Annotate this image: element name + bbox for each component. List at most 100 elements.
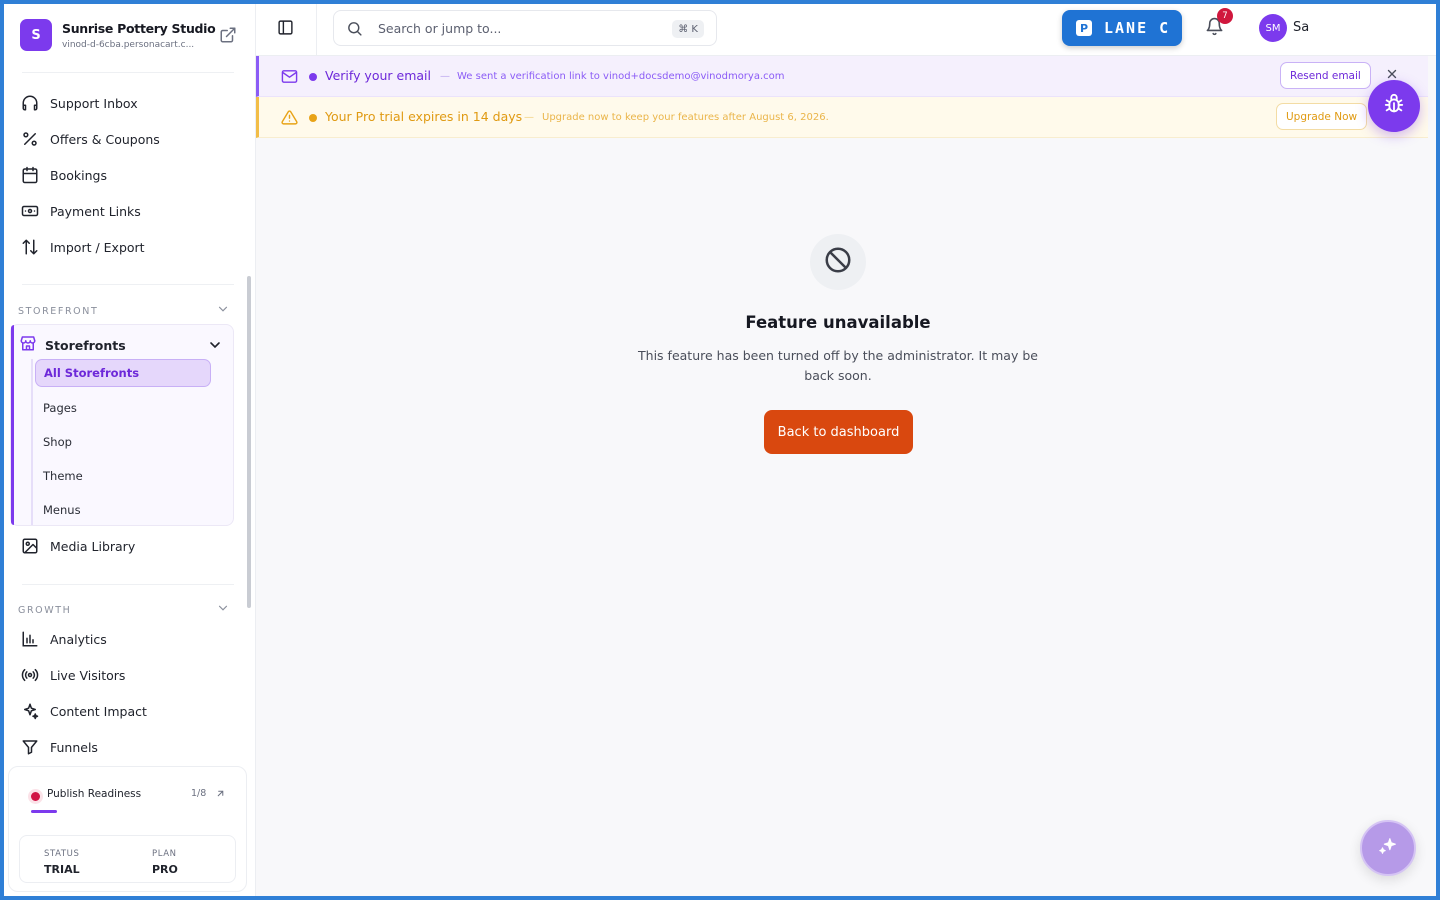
topbar-divider [316,4,317,56]
sidebar-subitem-theme[interactable]: Theme [35,462,211,490]
sidebar-item-label: Analytics [50,631,107,647]
brand[interactable]: S Sunrise Pottery Studio vinod-d-6cba.pe… [20,19,240,53]
bar-chart-icon [20,629,40,649]
sidebar-item-label: Media Library [50,538,136,554]
chevron-down-icon [216,601,230,619]
lane-text: LANE C [1104,19,1171,37]
search-icon [346,20,363,41]
sidebar-item-label: Content Impact [50,703,147,719]
section-header-growth[interactable]: GROWTH [18,602,230,618]
trial-title: Your Pro trial expires in 14 days [325,109,523,124]
publish-readiness-title: Publish Readiness [47,788,142,800]
verify-description: We sent a verification link to vinod+doc… [457,71,785,82]
chevron-down-icon [207,337,223,357]
status-dot [309,73,317,81]
publish-progress-bar [31,810,57,813]
sidebar-divider [22,584,234,585]
ban-icon [823,245,853,279]
calendar-icon [20,165,40,185]
sidebar-subitem-menus[interactable]: Menus [35,496,211,524]
sidebar-divider [22,284,234,285]
back-to-dashboard-button[interactable]: Back to dashboard [764,410,913,454]
verify-title: Verify your email [325,68,431,83]
section-header-storefront[interactable]: STOREFRONT [18,303,230,319]
sidebar-subitem-all-storefronts[interactable]: All Storefronts [35,359,211,387]
sidebar-item-label: Storefronts [45,337,126,353]
sidebar-item-support-inbox[interactable]: Support Inbox [18,88,234,118]
sidebar-item-label: Payment Links [50,203,141,219]
sidebar-item-label: Support Inbox [50,95,138,111]
brand-logo: S [20,19,52,51]
arrow-up-right-icon[interactable] [215,788,226,803]
storefronts-group: Storefronts All Storefronts Pages Shop T… [10,324,234,526]
storefront-icon [19,334,37,356]
import-export-icon [20,237,40,257]
lane-label: P LANE C [1062,10,1182,46]
sidebar-item-bookings[interactable]: Bookings [18,160,234,190]
bug-report-button[interactable] [1368,80,1420,132]
plan-label: PLAN [152,849,177,859]
sidebar-item-live-visitors[interactable]: Live Visitors [18,660,234,690]
broadcast-icon [20,665,40,685]
search-placeholder: Search or jump to... [378,21,502,36]
upgrade-now-button[interactable]: Upgrade Now [1276,103,1368,130]
image-icon [20,536,40,556]
resend-email-button[interactable]: Resend email [1280,62,1371,89]
status-dot [31,792,40,801]
verify-email-banner: Verify your email — We sent a verificati… [256,56,1428,97]
section-title: STOREFRONT [18,305,99,317]
notification-badge: 7 [1217,8,1233,24]
publish-readiness-count: 1/8 [191,788,207,799]
sparkle-icon [20,701,40,721]
mail-icon [281,68,298,89]
plan-value: PRO [152,863,178,876]
sidebar-item-content-impact[interactable]: Content Impact [18,696,234,726]
separator: — [524,112,534,123]
ai-assistant-button[interactable] [1360,820,1416,876]
sparkle-icon [1377,835,1399,861]
sidebar-item-label: Bookings [50,167,107,183]
headphones-icon [20,93,40,113]
status-dot [309,114,317,122]
trial-description: Upgrade now to keep your features after … [542,112,829,123]
status-value: TRIAL [44,863,80,876]
sidebar-item-import-export[interactable]: Import / Export [18,232,234,262]
sidebar-toggle-icon [277,19,294,40]
sidebar-item-label: Live Visitors [50,667,126,683]
sidebar-item-analytics[interactable]: Analytics [18,624,234,654]
empty-state-title: Feature unavailable [745,313,931,332]
sidebar-scrollbar[interactable] [247,276,251,608]
sidebar-item-label: Offers & Coupons [50,131,160,147]
sidebar-item-offers-coupons[interactable]: Offers & Coupons [18,124,234,154]
separator: — [440,71,450,82]
sidebar-item-label: Import / Export [50,239,145,255]
warning-icon [281,109,298,130]
publish-readiness-card[interactable]: Publish Readiness 1/8 STATUS TRIAL PLAN … [8,766,247,892]
user-name[interactable]: Sa [1293,20,1309,35]
funnel-icon [20,737,40,757]
sidebar-item-label: Funnels [50,739,98,755]
topbar: Search or jump to... ⌘ K EN 7 SM Sa [256,4,1436,56]
bug-icon [1383,93,1405,119]
sidebar-toggle-button[interactable] [274,18,296,40]
sidebar-item-payment-links[interactable]: Payment Links [18,196,234,226]
external-link-icon[interactable] [219,26,237,44]
empty-state-description: This feature has been turned off by the … [638,348,1038,383]
section-title: GROWTH [18,604,72,616]
search-shortcut: ⌘ K [672,20,704,38]
status-plan-box: STATUS TRIAL PLAN PRO [19,835,236,883]
search-input[interactable]: Search or jump to... ⌘ K [333,10,717,46]
empty-state-icon-wrap [810,234,866,290]
sidebar-item-media-library[interactable]: Media Library [18,531,234,561]
submenu-line [31,359,33,525]
chevron-down-icon [216,302,230,320]
sidebar-item-funnels[interactable]: Funnels [18,732,234,762]
sidebar-subitem-pages[interactable]: Pages [35,394,211,422]
store-domain: vinod-d-6cba.personacart.c... [62,40,195,50]
status-label: STATUS [44,849,80,859]
sidebar-subitem-shop[interactable]: Shop [35,428,211,456]
parking-icon: P [1076,20,1092,36]
sidebar-item-storefronts[interactable]: Storefronts [19,331,227,359]
sidebar: S Sunrise Pottery Studio vinod-d-6cba.pe… [4,4,256,896]
avatar[interactable]: SM [1259,14,1287,42]
